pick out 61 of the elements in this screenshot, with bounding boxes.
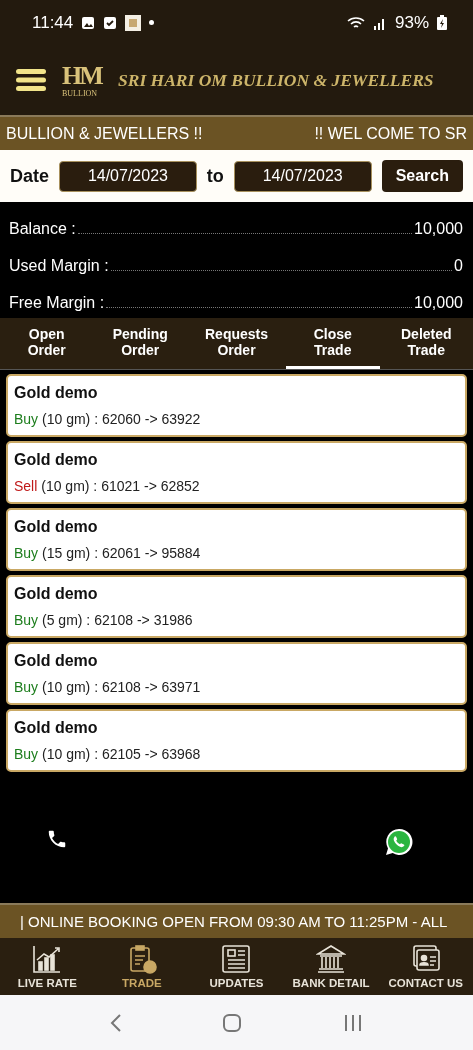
nav-item[interactable]: TRADE [94,938,190,995]
wifi-icon [346,15,365,30]
from-date-field[interactable]: 14/07/2023 [59,160,197,192]
account-value: 0 [454,257,463,275]
nav-item[interactable]: UPDATES [189,938,284,995]
recents-icon[interactable] [342,1012,363,1033]
date-label: Date [10,165,49,187]
battery-percent: 93% [394,12,429,33]
account-label: Free Margin : [9,294,105,312]
date-separator: to [206,165,224,187]
trade-name: Gold demo [14,652,99,670]
app-title: SRI HARI OM BULLION & JEWELLERS [118,69,434,91]
trade-name: Gold demo [14,585,99,603]
logo: HM BULLION [62,63,102,97]
nav-item[interactable]: BANK DETAIL [283,938,379,995]
trade-detail: Buy (10 gm) : 62108 -> 63971 [14,679,202,695]
trade-name: Gold demo [14,451,99,469]
app-icon [125,14,142,31]
trade-detail: Buy (10 gm) : 62105 -> 63968 [14,746,202,762]
tab[interactable]: Deleted Trade [379,318,473,369]
trade-name: Gold demo [14,719,99,737]
tab[interactable]: Pending Order [93,318,187,369]
search-button[interactable]: Search [381,160,463,192]
nav-item[interactable]: CONTACT US [378,938,473,995]
chart-icon [32,944,63,974]
clock-time: 11:44 [32,12,74,33]
whatsapp-icon[interactable] [385,828,413,856]
account-label: Used Margin : [9,257,109,275]
trade-card[interactable]: Gold demo Buy (10 gm) : 62060 -> 63922 [6,374,467,437]
trade-detail: Sell (10 gm) : 61021 -> 62852 [14,478,201,494]
nav-item[interactable]: LIVE RATE [0,938,95,995]
trade-name: Gold demo [14,384,99,402]
trade-detail: Buy (10 gm) : 62060 -> 63922 [14,411,202,427]
home-icon[interactable] [222,1012,243,1033]
ticker-text: BULLION & JEWELLERS !! [6,124,203,143]
contact-card-icon [410,944,441,974]
back-icon[interactable] [110,1012,123,1033]
trade-detail: Buy (15 gm) : 62061 -> 95884 [14,545,202,561]
ticker-text: | ONLINE BOOKING OPEN FROM 09:30 AM TO 11:25PM - ALL [20,913,448,930]
image-icon [81,15,96,30]
phone-icon[interactable] [46,828,68,850]
checkbox-icon [103,15,118,30]
trade-card[interactable]: Gold demo Buy (5 gm) : 62108 -> 31986 [6,575,467,638]
newspaper-icon [221,944,252,974]
menu-icon[interactable] [16,69,46,91]
to-date-field[interactable]: 14/07/2023 [233,160,372,192]
trade-card[interactable]: Gold demo Buy (10 gm) : 62108 -> 63971 [6,642,467,705]
account-value: 10,000 [414,220,463,238]
trade-name: Gold demo [14,518,99,536]
trade-detail: Buy (5 gm) : 62108 -> 31986 [14,612,194,628]
tab[interactable]: Open Order [0,318,94,369]
tab[interactable]: Requests Order [187,318,287,369]
battery-icon [437,15,447,30]
ticker-text: !! WEL COME TO SR [314,124,467,143]
account-label: Balance : [9,220,76,238]
trade-card[interactable]: Gold demo Buy (10 gm) : 62105 -> 63968 [6,709,467,772]
account-value: 10,000 [414,294,463,312]
dot-icon [149,20,155,25]
trade-card[interactable]: Gold demo Buy (15 gm) : 62061 -> 95884 [6,508,467,571]
bank-icon [316,944,347,974]
trade-card[interactable]: Gold demo Sell (10 gm) : 61021 -> 62852 [6,441,467,504]
